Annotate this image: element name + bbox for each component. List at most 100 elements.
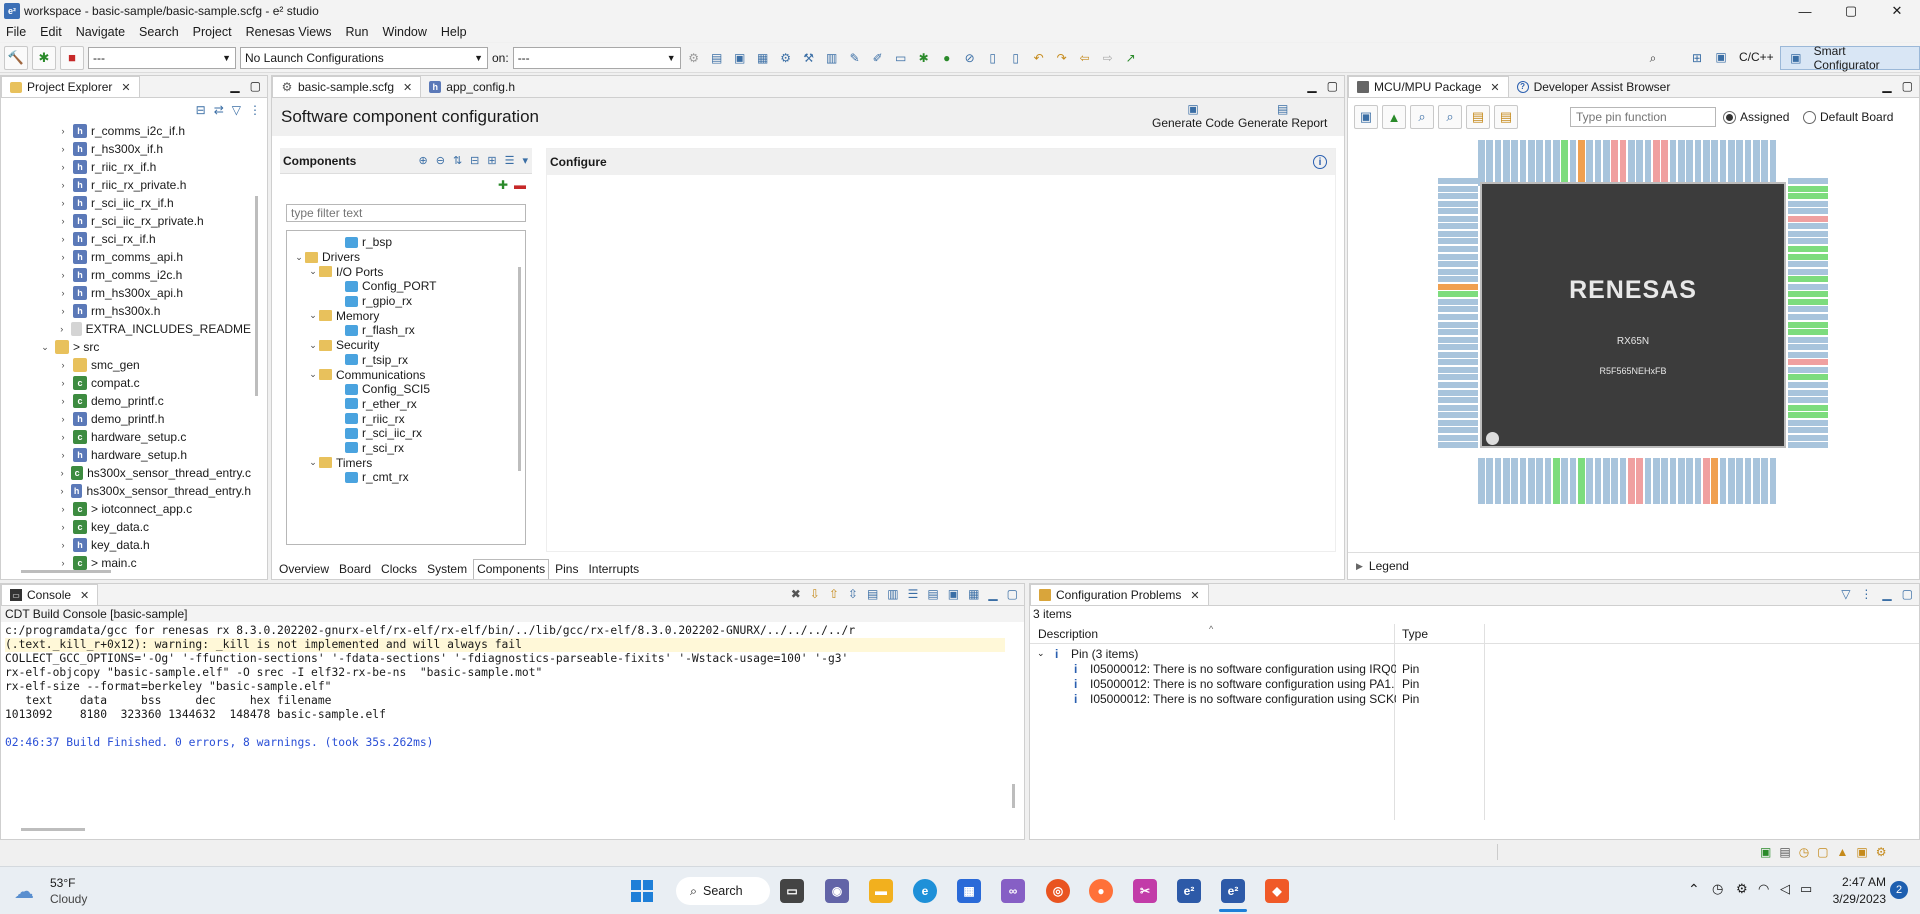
pin-console-icon[interactable]: ▤ bbox=[927, 587, 938, 601]
component-item[interactable]: r_ether_rx bbox=[287, 397, 525, 412]
chip-pin[interactable] bbox=[1438, 359, 1478, 366]
chevron-down-icon[interactable]: ⌄ bbox=[307, 369, 319, 380]
tab-overview[interactable]: Overview bbox=[275, 559, 333, 579]
chevron-down-icon[interactable]: ⌄ bbox=[293, 252, 305, 263]
chip-pin[interactable] bbox=[1788, 427, 1828, 434]
chip-pin[interactable] bbox=[1586, 458, 1594, 504]
sort-icon[interactable]: ⇅ bbox=[453, 154, 462, 167]
chip-pin[interactable] bbox=[1653, 458, 1660, 504]
menu-renesas-views[interactable]: Renesas Views bbox=[246, 25, 332, 39]
minimize-view-icon[interactable]: ▁ bbox=[230, 79, 239, 93]
status-icon[interactable]: ▤ bbox=[1779, 845, 1790, 859]
chip-pin[interactable] bbox=[1788, 283, 1828, 290]
chip-pin[interactable] bbox=[1438, 230, 1478, 237]
filter-icon[interactable]: ▽ bbox=[1841, 587, 1850, 601]
chip-pin[interactable] bbox=[1628, 140, 1635, 186]
chip-pin[interactable] bbox=[1544, 458, 1552, 504]
chip-pin[interactable] bbox=[1553, 140, 1560, 186]
view-options-icon[interactable]: ☰ bbox=[505, 154, 515, 167]
chip-pin[interactable] bbox=[1719, 140, 1727, 186]
chevron-right-icon[interactable]: › bbox=[57, 414, 69, 424]
tree-item[interactable]: › h r_riic_rx_if.h bbox=[1, 158, 251, 176]
chip-pin[interactable] bbox=[1438, 298, 1478, 305]
chip-pin[interactable] bbox=[1438, 223, 1478, 230]
store-icon[interactable]: ▦ bbox=[957, 879, 981, 903]
save-icon[interactable]: ▣ bbox=[731, 49, 749, 67]
chevron-right-icon[interactable]: › bbox=[57, 468, 67, 478]
git-icon[interactable]: ◆ bbox=[1265, 879, 1289, 903]
clear-console-icon[interactable]: ✖ bbox=[791, 587, 801, 601]
chip-pin[interactable] bbox=[1438, 215, 1478, 222]
chip-pin[interactable] bbox=[1788, 253, 1828, 260]
maximize-button[interactable]: ▢ bbox=[1828, 0, 1874, 22]
minimize-view-icon[interactable]: ▁ bbox=[1307, 79, 1316, 93]
chip-pin[interactable] bbox=[1788, 314, 1828, 321]
chip-pin[interactable] bbox=[1788, 344, 1828, 351]
component-category[interactable]: ⌄ Drivers bbox=[287, 250, 525, 265]
chip-pin[interactable] bbox=[1788, 359, 1828, 366]
zoom-out-icon[interactable]: ⌕ bbox=[1438, 105, 1462, 129]
chip-pin[interactable] bbox=[1438, 246, 1478, 253]
tree-item[interactable]: › h r_riic_rx_private.h bbox=[1, 176, 251, 194]
chip-pin[interactable] bbox=[1438, 276, 1478, 283]
tool-icon[interactable]: ✐ bbox=[869, 49, 887, 67]
chip-pin[interactable] bbox=[1686, 458, 1694, 504]
filter-icon[interactable]: ▽ bbox=[232, 103, 241, 117]
component-item[interactable]: Config_PORT bbox=[287, 279, 525, 294]
chip-pin[interactable] bbox=[1438, 374, 1478, 381]
chevron-down-icon[interactable]: ⌄ bbox=[1037, 648, 1049, 659]
prev-error-icon[interactable]: ⇧ bbox=[829, 587, 839, 601]
chevron-down-icon[interactable]: ⌄ bbox=[39, 342, 51, 353]
col-description[interactable]: Description bbox=[1038, 627, 1098, 641]
chevron-right-icon[interactable]: › bbox=[57, 324, 67, 334]
chip-pin[interactable] bbox=[1553, 458, 1560, 504]
component-item[interactable]: r_bsp bbox=[287, 235, 525, 250]
problem-row[interactable]: i I05000012: There is no software configu… bbox=[1030, 691, 1919, 706]
chip-pin[interactable] bbox=[1788, 200, 1828, 207]
chip-pin[interactable] bbox=[1438, 329, 1478, 336]
chip-pin[interactable] bbox=[1611, 458, 1619, 504]
chip-pin[interactable] bbox=[1569, 458, 1577, 504]
menu-run[interactable]: Run bbox=[346, 25, 369, 39]
chip-pin[interactable] bbox=[1788, 397, 1828, 404]
chip-pin[interactable] bbox=[1438, 253, 1478, 260]
tree-item[interactable]: › c demo_printf.c bbox=[1, 392, 251, 410]
maximize-view-icon[interactable]: ▢ bbox=[250, 79, 261, 93]
debug-icon[interactable]: ✱ bbox=[32, 45, 56, 70]
chip-pin[interactable] bbox=[1744, 458, 1752, 504]
chip-pin[interactable] bbox=[1753, 140, 1760, 186]
menu-file[interactable]: File bbox=[6, 25, 26, 39]
snipping-tool-icon[interactable]: ✂ bbox=[1133, 879, 1157, 903]
component-item[interactable]: r_tsip_rx bbox=[287, 353, 525, 368]
chip-pin[interactable] bbox=[1728, 140, 1735, 186]
chevron-right-icon[interactable]: › bbox=[57, 216, 69, 226]
status-icon[interactable]: ⚙ bbox=[1876, 845, 1887, 859]
build-hammer-icon[interactable]: 🔨 bbox=[4, 45, 28, 70]
chip-pin[interactable] bbox=[1438, 321, 1478, 328]
launch-target-select[interactable]: --- ▼ bbox=[512, 46, 681, 69]
horizontal-scrollbar[interactable] bbox=[21, 570, 111, 573]
component-item[interactable]: r_flash_rx bbox=[287, 323, 525, 338]
chip-pin[interactable] bbox=[1519, 140, 1527, 186]
component-item[interactable]: Config_SCI5 bbox=[287, 382, 525, 397]
chevron-right-icon[interactable]: › bbox=[57, 396, 69, 406]
tree-item[interactable]: › c compat.c bbox=[1, 374, 251, 392]
ubuntu-icon[interactable]: ◎ bbox=[1046, 879, 1070, 903]
menu-project[interactable]: Project bbox=[193, 25, 232, 39]
minimize-view-icon[interactable]: ▁ bbox=[988, 587, 997, 601]
menu-search[interactable]: Search bbox=[139, 25, 179, 39]
chip-pin[interactable] bbox=[1761, 140, 1769, 186]
chip-pin[interactable] bbox=[1544, 140, 1552, 186]
wand-icon[interactable]: ✎ bbox=[846, 49, 864, 67]
tree-item[interactable]: › c key_data.c bbox=[1, 518, 251, 536]
chevron-right-icon[interactable]: › bbox=[57, 270, 69, 280]
network-app-icon[interactable]: ◷ bbox=[1712, 881, 1723, 897]
taskbar-search[interactable]: ⌕ Search bbox=[676, 877, 770, 905]
tree-item[interactable]: › h r_sci_iic_rx_if.h bbox=[1, 194, 251, 212]
word-wrap-icon[interactable]: ☰ bbox=[908, 587, 919, 601]
copy-icon[interactable]: ▤ bbox=[867, 587, 878, 601]
monitor-icon[interactable]: ▭ bbox=[892, 49, 910, 67]
chevron-right-icon[interactable]: › bbox=[57, 198, 69, 208]
chip-pin[interactable] bbox=[1661, 140, 1669, 186]
component-category[interactable]: ⌄ Communications bbox=[287, 367, 525, 382]
